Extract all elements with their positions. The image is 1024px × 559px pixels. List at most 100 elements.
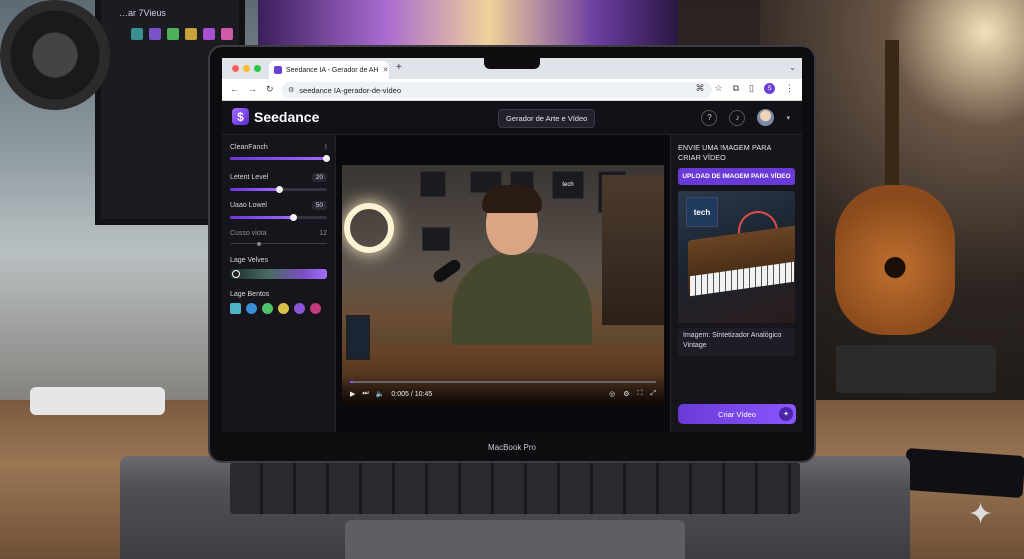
latent-level-value[interactable]: 20 bbox=[311, 173, 327, 182]
monitor-swatch bbox=[131, 28, 143, 40]
monitor-swatch bbox=[185, 28, 197, 40]
expand-icon[interactable]: ⤢ bbox=[650, 390, 656, 398]
slider-fill bbox=[230, 216, 294, 219]
create-video-button[interactable]: Criar Vídeo ✦ bbox=[678, 404, 796, 424]
wall-frame bbox=[422, 227, 450, 251]
model-slider[interactable] bbox=[230, 155, 331, 162]
forward-icon[interactable]: → bbox=[248, 84, 257, 94]
profile-avatar[interactable]: S bbox=[764, 83, 775, 94]
background-audio-device bbox=[836, 345, 996, 393]
color-swatch[interactable] bbox=[294, 303, 305, 314]
background-phone bbox=[903, 447, 1024, 499]
velves-label: Lage Velves bbox=[230, 257, 269, 264]
close-window-button[interactable] bbox=[232, 65, 239, 72]
monitor-swatch bbox=[167, 28, 179, 40]
velves-gradient-picker[interactable] bbox=[230, 269, 327, 279]
laptop-screen: Seedance IA - Gerador de AH ✕ + ⌄ ← → ↻ … bbox=[222, 58, 802, 432]
latent-level-slider[interactable] bbox=[230, 186, 327, 193]
settings-panel: CleanFanch ⁝ Letent Level 20 Uaao Lowel … bbox=[222, 135, 336, 432]
monitor-swatch bbox=[203, 28, 215, 40]
maximize-window-button[interactable] bbox=[254, 65, 261, 72]
app-header: $ Seedance Gerador de Arte e Vídeo ? ♪ ▾ bbox=[222, 101, 802, 135]
chevron-down-icon[interactable]: ▾ bbox=[786, 114, 790, 122]
color-swatch[interactable] bbox=[230, 303, 241, 314]
image-caption: Imagem: Sintetizador Analógico Vintage bbox=[678, 328, 795, 356]
uploaded-image-thumbnail[interactable]: tech bbox=[678, 191, 795, 323]
video-player[interactable]: tech ▶ ⏭ 🔈 0:005 / 10:45 ◎ ⚙ ⛶ ⤢ bbox=[342, 165, 664, 405]
video-sparkle-icon: ✦ bbox=[779, 407, 793, 421]
slider-handle[interactable] bbox=[290, 214, 298, 221]
url-field[interactable]: ⚙ seedance IA-gerador-de-vídeo bbox=[282, 82, 712, 98]
avatar[interactable] bbox=[757, 109, 775, 126]
bentos-setting: Lage Bentos bbox=[230, 291, 327, 314]
cusso-value: 12 bbox=[319, 230, 327, 237]
presenter-hair bbox=[482, 185, 542, 213]
minimize-window-button[interactable] bbox=[243, 65, 250, 72]
background-headphones bbox=[0, 0, 110, 110]
slider-handle[interactable] bbox=[257, 241, 262, 246]
laptop-label: MacBook Pro bbox=[487, 443, 537, 452]
video-time: 0:005 / 10:45 bbox=[391, 390, 433, 398]
fullscreen-icon[interactable]: ⛶ bbox=[637, 390, 642, 398]
latent-level-label: Letent Level bbox=[230, 174, 269, 181]
settings-gear-icon[interactable]: ⚙ bbox=[623, 390, 629, 398]
usage-level-label: Uaao Lowel bbox=[230, 202, 267, 209]
usage-level-setting: Uaao Lowel 50 bbox=[230, 201, 327, 221]
close-tab-icon[interactable]: ✕ bbox=[383, 66, 389, 74]
bentos-label: Lage Bentos bbox=[230, 291, 270, 298]
monitor-swatch bbox=[149, 28, 161, 40]
translate-icon[interactable]: ⌘ bbox=[696, 83, 705, 94]
latent-level-setting: Letent Level 20 bbox=[230, 173, 327, 193]
favicon-icon bbox=[274, 66, 282, 74]
model-label: CleanFanch bbox=[230, 143, 268, 151]
menu-icon[interactable]: ⋮ bbox=[785, 83, 794, 94]
video-area: tech ▶ ⏭ 🔈 0:005 / 10:45 ◎ ⚙ ⛶ ⤢ bbox=[336, 135, 670, 432]
upload-image-button[interactable]: UPLOAD DE IMAGEM PARA VÍDEO bbox=[678, 168, 795, 185]
color-swatch[interactable] bbox=[278, 303, 289, 314]
tab-search-chevron-icon[interactable]: ⌄ bbox=[789, 63, 796, 72]
logo-icon: $ bbox=[232, 108, 249, 125]
color-swatch[interactable] bbox=[246, 303, 257, 314]
captions-icon[interactable]: ◎ bbox=[609, 390, 615, 398]
usage-level-slider[interactable] bbox=[230, 214, 327, 221]
slider-fill bbox=[230, 188, 279, 191]
color-swatch[interactable] bbox=[310, 303, 321, 314]
cusso-label: Cusso viota bbox=[230, 230, 267, 237]
star-icon[interactable]: ☆ bbox=[715, 83, 723, 94]
brand-logo[interactable]: $ Seedance bbox=[232, 108, 319, 125]
usage-level-value[interactable]: 50 bbox=[311, 201, 327, 210]
new-tab-button[interactable]: + bbox=[396, 62, 402, 73]
gradient-handle[interactable] bbox=[232, 270, 240, 278]
skip-icon[interactable]: ⏭ bbox=[362, 390, 368, 398]
generator-button[interactable]: Gerador de Arte e Vídeo bbox=[498, 109, 596, 128]
laptop-keyboard bbox=[230, 462, 800, 514]
help-icon[interactable]: ? bbox=[701, 109, 718, 126]
bentos-swatches bbox=[230, 303, 327, 314]
cusso-slider[interactable] bbox=[230, 241, 327, 246]
create-video-label: Criar Vídeo bbox=[718, 409, 756, 419]
slider-handle[interactable] bbox=[275, 186, 283, 193]
model-menu-icon[interactable]: ⁝ bbox=[325, 143, 327, 151]
extensions-icon[interactable]: ⧉ bbox=[733, 83, 739, 94]
video-progress[interactable] bbox=[350, 381, 656, 383]
video-controls: ▶ ⏭ 🔈 0:005 / 10:45 ◎ ⚙ ⛶ ⤢ bbox=[342, 375, 664, 405]
model-setting: CleanFanch ⁝ bbox=[230, 143, 331, 162]
video-control-row: ▶ ⏭ 🔈 0:005 / 10:45 ◎ ⚙ ⛶ ⤢ bbox=[350, 390, 656, 398]
sparkle-icon: ✦ bbox=[968, 498, 994, 531]
bell-icon[interactable]: ♪ bbox=[729, 109, 746, 126]
play-icon[interactable]: ▶ bbox=[350, 390, 355, 398]
browser-actions: ⌘ ☆ ⧉ ▯ S ⋮ bbox=[696, 83, 794, 94]
back-icon[interactable]: ← bbox=[230, 84, 239, 94]
color-swatch[interactable] bbox=[262, 303, 273, 314]
browser-tab[interactable]: Seedance IA - Gerador de AH ✕ bbox=[269, 61, 389, 79]
slider-fill bbox=[230, 157, 327, 160]
slider-handle[interactable] bbox=[323, 155, 331, 162]
reload-icon[interactable]: ↻ bbox=[266, 84, 274, 95]
background-monitor-title: …ar 7Vieus bbox=[119, 8, 166, 18]
sidebar-icon[interactable]: ▯ bbox=[749, 83, 754, 94]
panel-title: ENVIE UMA !MAGEM PARA CRIAR VÍDEO bbox=[678, 143, 772, 162]
thumb-tech-sign: tech bbox=[686, 197, 718, 227]
video-right-controls: ◎ ⚙ ⛶ ⤢ bbox=[609, 390, 656, 398]
volume-icon[interactable]: 🔈 bbox=[376, 390, 385, 398]
site-info-icon[interactable]: ⚙ bbox=[288, 86, 294, 94]
